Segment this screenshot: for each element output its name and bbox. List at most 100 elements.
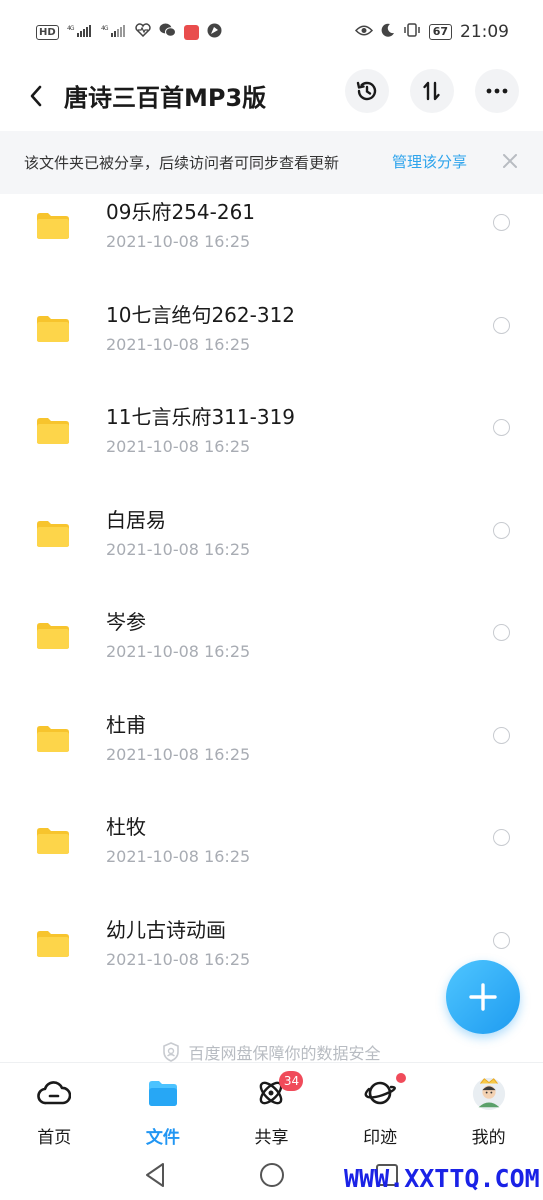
select-radio[interactable]: [493, 624, 510, 641]
chevron-left-icon: [30, 85, 42, 107]
file-name: 09乐府254-261: [106, 200, 256, 224]
folder-icon: [37, 623, 69, 649]
atom-icon: 34: [253, 1071, 304, 1111]
select-radio[interactable]: [493, 931, 510, 949]
select-radio[interactable]: [493, 829, 510, 846]
file-name: 11七言乐府311-319: [106, 405, 296, 429]
sort-icon: [423, 81, 440, 101]
svg-text:4G: 4G: [101, 25, 109, 32]
folder-icon: [37, 930, 69, 957]
file-date: 2021-10-08 16:25: [106, 334, 251, 354]
signal-icon-2: 4G: [101, 24, 127, 41]
manage-share-link[interactable]: 管理该分享: [392, 151, 467, 172]
file-date: 2021-10-08 16:25: [106, 437, 251, 456]
status-left: HD 4G 4G: [36, 23, 222, 42]
page-title: 唐诗三百首MP3版: [64, 84, 267, 112]
file-date: 2021-10-08 16:25: [106, 949, 251, 969]
folder-icon: [145, 1075, 181, 1111]
select-radio[interactable]: [493, 521, 510, 539]
file-date: 2021-10-08 16:25: [106, 232, 251, 251]
file-date: 2021-10-08 16:25: [106, 847, 251, 866]
compass-icon: [207, 23, 222, 42]
close-icon: [503, 154, 517, 168]
history-icon: [356, 81, 377, 101]
heart-rate-icon: [135, 23, 151, 41]
file-row[interactable]: 岑参 2021-10-08 16:25: [0, 592, 543, 694]
plus-icon: [469, 983, 497, 1011]
battery-indicator: 67: [428, 24, 452, 40]
nav-share[interactable]: 34 共享: [217, 1063, 326, 1152]
file-list: 09乐府254-261 2021-10-08 16:25 10七言绝句262-312…: [0, 194, 543, 1062]
cloud-icon: [36, 1075, 72, 1111]
status-right: 67 21:09: [354, 22, 509, 42]
file-date: 2021-10-08 16:25: [106, 744, 251, 764]
security-note: 百度网盘保障你的数据安全: [0, 1040, 543, 1064]
select-radio[interactable]: [493, 214, 510, 231]
nav-moments-label: 印迹: [363, 1128, 398, 1148]
shield-icon: [163, 1042, 180, 1062]
eye-icon: [354, 24, 373, 41]
sys-home-button[interactable]: [257, 1160, 287, 1190]
share-banner-text: 该文件夹已被分享，后续访问者可同步查看更新: [24, 154, 340, 172]
nav-home[interactable]: 首页: [0, 1063, 109, 1152]
file-name: 杜牧: [106, 815, 146, 839]
select-radio[interactable]: [493, 316, 510, 334]
moments-dot: [396, 1073, 407, 1083]
nav-files[interactable]: 文件: [109, 1063, 218, 1152]
vibrate-icon: [403, 23, 421, 41]
folder-icon: [37, 315, 69, 342]
file-date: 2021-10-08 16:25: [106, 642, 251, 661]
nav-home-label: 首页: [37, 1128, 72, 1148]
nav-files-label: 文件: [145, 1128, 180, 1148]
planet-icon: [362, 1073, 407, 1111]
avatar: [471, 1075, 507, 1111]
wechat-icon: [159, 23, 176, 41]
folder-icon: [37, 520, 69, 547]
file-name: 10七言绝句262-312: [106, 302, 296, 327]
signal-icon: 4G: [67, 24, 93, 41]
folder-icon: [37, 725, 69, 752]
security-note-text: 百度网盘保障你的数据安全: [188, 1044, 381, 1063]
select-radio[interactable]: [493, 726, 510, 744]
file-row[interactable]: 09乐府254-261 2021-10-08 16:25: [0, 194, 543, 284]
file-name: 白居易: [106, 507, 166, 532]
file-name: 幼儿古诗动画: [106, 917, 226, 942]
nav-mine-label: 我的: [471, 1128, 506, 1148]
file-row[interactable]: 11七言乐府311-319 2021-10-08 16:25: [0, 387, 543, 489]
app-notification-icon: [183, 24, 199, 40]
hd-indicator: HD: [36, 24, 59, 40]
network-type-label: 4G: [67, 25, 75, 32]
file-row[interactable]: 白居易 2021-10-08 16:25: [0, 490, 543, 592]
circle-home-icon: [260, 1163, 284, 1187]
file-row[interactable]: 杜甫 2021-10-08 16:25: [0, 695, 543, 797]
triangle-back-icon: [146, 1163, 164, 1187]
more-icon: [486, 88, 508, 94]
history-button[interactable]: [345, 69, 389, 113]
file-date: 2021-10-08 16:25: [106, 539, 251, 559]
bottom-nav: 首页 文件 34 共享 印迹 我的: [0, 1062, 543, 1152]
sys-back-button[interactable]: [140, 1160, 170, 1190]
file-row[interactable]: 10七言绝句262-312 2021-10-08 16:25: [0, 285, 543, 387]
share-badge: 34: [279, 1071, 304, 1091]
clock: 21:09: [460, 22, 509, 42]
moon-icon: [381, 23, 395, 41]
folder-icon: [37, 418, 69, 444]
nav-mine[interactable]: 我的: [434, 1063, 543, 1152]
watermark: WWW.XXTTQ.COM: [344, 1164, 540, 1193]
sort-button[interactable]: [410, 69, 454, 113]
nav-moments[interactable]: 印迹: [326, 1063, 435, 1152]
select-radio[interactable]: [493, 419, 510, 436]
nav-share-label: 共享: [254, 1128, 289, 1148]
status-bar: HD 4G 4G 67 21:09: [0, 0, 543, 64]
file-name: 杜甫: [106, 712, 146, 737]
file-row[interactable]: 杜牧 2021-10-08 16:25: [0, 797, 543, 899]
header: 唐诗三百首MP3版: [0, 64, 543, 130]
add-button[interactable]: [446, 960, 520, 1034]
share-banner: 该文件夹已被分享，后续访问者可同步查看更新 管理该分享: [0, 131, 543, 194]
file-name: 岑参: [106, 610, 146, 634]
folder-icon: [37, 213, 69, 239]
back-button[interactable]: [18, 76, 54, 116]
folder-icon: [37, 828, 69, 854]
more-button[interactable]: [475, 69, 519, 113]
close-banner-button[interactable]: [498, 149, 522, 173]
